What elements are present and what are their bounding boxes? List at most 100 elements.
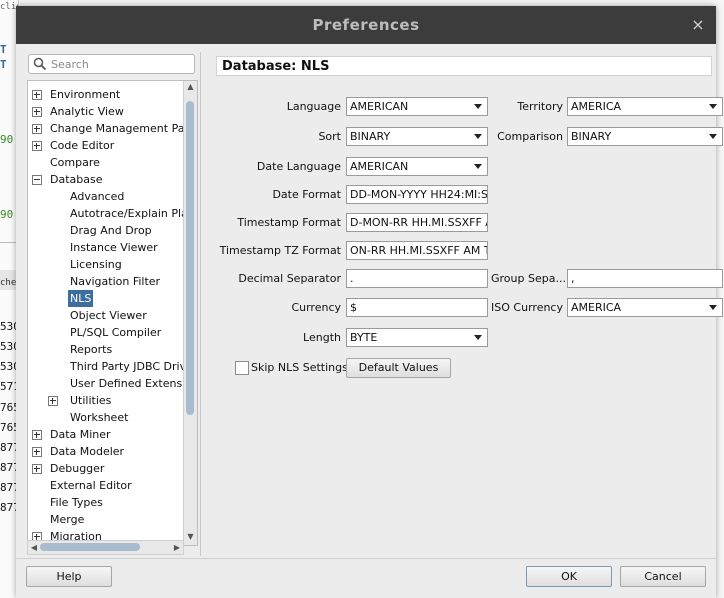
preferences-tree[interactable]: Migration Merge File Types External Editor D…	[27, 80, 198, 546]
tree-item[interactable]: Reports	[28, 341, 182, 358]
tree-item[interactable]: Data Miner	[28, 426, 182, 443]
tree-item-label: Analytic View	[50, 105, 124, 118]
tree-item-label: File Types	[50, 496, 103, 509]
group-separator-label: Group Sepa...	[491, 272, 566, 285]
tree-item-label: Utilities	[70, 394, 112, 407]
tree-item[interactable]: Utilities	[28, 392, 182, 409]
expand-icon[interactable]	[48, 396, 58, 406]
default-values-button[interactable]: Default Values	[346, 358, 451, 378]
date-language-label: Date Language	[256, 160, 341, 173]
tree-item[interactable]: PL/SQL Compiler	[28, 324, 182, 341]
panel-title: Database: NLS	[216, 56, 712, 76]
dialog-titlebar[interactable]: Preferences ×	[16, 6, 716, 44]
scroll-right-icon[interactable]: ▶	[171, 541, 183, 554]
scroll-up-icon[interactable]: ▲	[184, 81, 197, 93]
tree-item-label: Compare	[50, 156, 100, 169]
tree-item-label: Advanced	[70, 190, 125, 203]
timestamp-tz-format-input[interactable]: ON-RR HH.MI.SSXFF AM TZR	[346, 241, 488, 260]
tree-item[interactable]: Object Viewer	[28, 307, 182, 324]
settings-panel: Database: NLS Language AMERICAN Territor…	[200, 52, 723, 556]
tree-item-label: Object Viewer	[70, 309, 147, 322]
tree-item-label: Data Miner	[50, 428, 111, 441]
tree-item[interactable]: Navigation Filter	[28, 273, 182, 290]
territory-select[interactable]: AMERICA	[567, 97, 723, 116]
tree-item[interactable]: Change Management Para	[28, 120, 196, 137]
sort-select[interactable]: BINARY	[346, 127, 488, 146]
tree-item[interactable]: Worksheet	[28, 409, 182, 426]
tree-h-scroll-thumb[interactable]	[40, 543, 140, 551]
decimal-separator-input[interactable]: .	[346, 269, 488, 288]
tree-item[interactable]: Data Modeler	[28, 443, 182, 460]
tree-item[interactable]: Compare	[28, 154, 182, 171]
date-language-select[interactable]: AMERICAN	[346, 157, 488, 176]
cancel-button[interactable]: Cancel	[620, 566, 706, 587]
collapse-icon[interactable]	[32, 175, 42, 185]
skip-nls-checkbox[interactable]	[235, 361, 249, 375]
ok-button[interactable]: OK	[526, 566, 612, 587]
iso-currency-label: ISO Currency	[491, 301, 563, 314]
search-icon	[33, 57, 47, 71]
scroll-left-icon[interactable]: ◀	[28, 541, 40, 554]
language-select[interactable]: AMERICAN	[346, 97, 488, 116]
search-input[interactable]	[51, 55, 191, 73]
tree-item[interactable]: Licensing	[28, 256, 182, 273]
date-format-label: Date Format	[272, 188, 341, 201]
tree-item-label: Debugger	[50, 462, 105, 475]
expand-icon[interactable]	[32, 464, 42, 474]
skip-nls-label: Skip NLS Settings	[251, 361, 348, 374]
tree-item[interactable]: Debugger	[28, 460, 182, 477]
timestamp-format-label: Timestamp Format	[237, 216, 341, 229]
tree-item[interactable]: External Editor	[28, 477, 182, 494]
expand-icon[interactable]	[32, 430, 42, 440]
tree-item[interactable]: Merge	[28, 511, 182, 528]
help-button[interactable]: Help	[26, 566, 112, 587]
tree-item[interactable]: Advanced	[28, 188, 182, 205]
tree-item-label: Worksheet	[70, 411, 129, 424]
tree-scroll-thumb[interactable]	[186, 101, 194, 415]
tree-item-label: Autotrace/Explain Plar	[70, 207, 193, 220]
tree-item-label: Reports	[70, 343, 113, 356]
tree-item-label: Third Party JDBC Drive	[70, 360, 193, 373]
expand-icon[interactable]	[32, 141, 42, 151]
tree-item[interactable]: User Defined Extensior	[28, 375, 197, 392]
close-icon[interactable]: ×	[688, 15, 708, 35]
tree-item-label: Drag And Drop	[70, 224, 152, 237]
tree-item[interactable]: Database	[28, 171, 182, 188]
tree-item[interactable]: Third Party JDBC Drive	[28, 358, 193, 375]
decimal-separator-label: Decimal Separator	[238, 272, 341, 285]
tree-item-label: User Defined Extensior	[70, 377, 197, 390]
expand-icon[interactable]	[32, 107, 42, 117]
expand-icon[interactable]	[32, 124, 42, 134]
tree-item-label: NLS	[68, 290, 94, 307]
date-format-input[interactable]: DD-MON-YYYY HH24:MI:SS	[346, 185, 488, 204]
group-separator-input[interactable]: ,	[567, 269, 723, 288]
tree-item[interactable]: NLS	[28, 290, 182, 307]
search-box[interactable]	[28, 54, 195, 74]
expand-icon[interactable]	[32, 90, 42, 100]
currency-input[interactable]: $	[346, 298, 488, 317]
tree-item[interactable]: Analytic View	[28, 103, 182, 120]
comparison-select[interactable]: BINARY	[567, 127, 723, 146]
timestamp-format-input[interactable]: D-MON-RR HH.MI.SSXFF AM	[346, 213, 488, 232]
tree-item-label: Licensing	[70, 258, 122, 271]
tree-horizontal-scrollbar[interactable]: ◀ ▶	[27, 540, 184, 555]
tree-item[interactable]: Environment	[28, 86, 182, 103]
tree-item-label: Environment	[50, 88, 121, 101]
tree-item[interactable]: Instance Viewer	[28, 239, 182, 256]
timestamp-tz-format-label: Timestamp TZ Format	[219, 244, 341, 257]
length-select[interactable]: BYTE	[346, 328, 488, 347]
tree-item[interactable]: Autotrace/Explain Plar	[28, 205, 192, 222]
tree-item-label: Merge	[50, 513, 85, 526]
tree-vertical-scrollbar[interactable]: ▲ ▼	[183, 81, 197, 545]
sort-label: Sort	[318, 130, 341, 143]
tree-item[interactable]: Code Editor	[28, 137, 182, 154]
expand-icon[interactable]	[32, 447, 42, 457]
tree-item[interactable]: Drag And Drop	[28, 222, 182, 239]
scroll-down-icon[interactable]: ▼	[184, 531, 197, 543]
tree-item-label: External Editor	[50, 479, 132, 492]
language-label: Language	[286, 100, 341, 113]
tree-item[interactable]: File Types	[28, 494, 182, 511]
length-label: Length	[303, 331, 341, 344]
tree-item-label: Database	[50, 173, 103, 186]
iso-currency-select[interactable]: AMERICA	[567, 298, 723, 317]
